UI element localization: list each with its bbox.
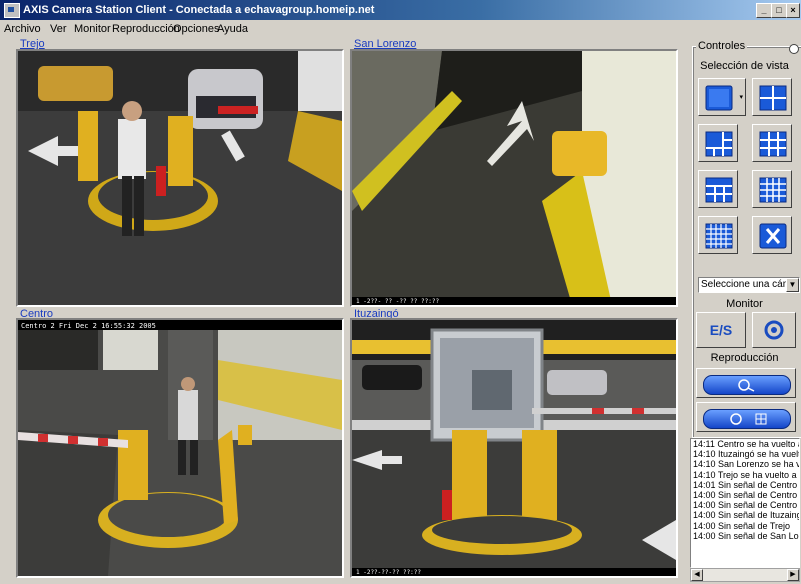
title-bar: AXIS Camera Station Client - Conectada a… (0, 0, 801, 20)
playback-grid-button[interactable] (696, 402, 796, 432)
view-4x3-button[interactable] (698, 170, 738, 208)
log-entry: 14:00 Sin señal de San Loren (693, 530, 800, 541)
camera-feed-ituzaingo[interactable]: 1 -2??-??-?? ??:?? (350, 318, 678, 578)
log-entry: 14:00 Sin señal de Centro (693, 490, 798, 501)
scroll-right-icon[interactable]: ▶ (787, 569, 799, 581)
minimize-button[interactable]: _ (756, 3, 772, 18)
grid-4x4-icon (759, 177, 787, 203)
grid-4x3-icon (705, 177, 733, 203)
io-button[interactable]: E/S (696, 312, 746, 348)
grid-2x2-icon (759, 85, 787, 111)
log-entry: 14:00 Sin señal de Ituzaingó (693, 510, 800, 521)
osd-timestamp: 1 -2??-??-?? ??:?? (356, 569, 421, 576)
view-2x2-button[interactable] (752, 78, 792, 116)
menu-ayuda[interactable]: Ayuda (217, 23, 248, 35)
maximize-button[interactable]: □ (771, 3, 787, 18)
log-entry: 14:10 Trejo se ha vuelto a co (693, 469, 800, 480)
camera-feed-centro[interactable]: Centro 2 Fri Dec 2 16:55:32 2005 (16, 318, 344, 578)
osd-timestamp: Centro 2 Fri Dec 2 16:55:32 2005 (21, 322, 156, 330)
event-log[interactable]: 14:11 Centro se ha vuelto a c 14:10 Ituz… (690, 438, 800, 568)
close-icon (759, 223, 787, 249)
window-title: AXIS Camera Station Client - Conectada a… (23, 4, 375, 16)
controls-group-label: Controles (696, 40, 748, 52)
dropdown-arrow-icon: ▾ (739, 94, 743, 101)
camera-image-trejo (18, 51, 342, 305)
grid-1plus5-icon (705, 131, 733, 157)
close-view-button[interactable] (752, 216, 792, 254)
camera-image-san-lorenzo: 1 -2??- ?? -?? ?? ??:?? (352, 51, 676, 305)
sequence-button[interactable] (752, 312, 796, 348)
log-entry: 14:11 Centro se ha vuelto a c (693, 439, 800, 449)
log-entry: 14:01 Sin señal de Centro (693, 479, 798, 490)
monitor-label: Monitor (726, 298, 763, 310)
menu-opciones[interactable]: Opciones (173, 23, 219, 35)
menu-archivo[interactable]: Archivo (4, 23, 41, 35)
menu-monitor[interactable]: Monitor (74, 23, 111, 35)
single-view-icon (705, 85, 733, 111)
view-3x3-button[interactable] (752, 124, 792, 162)
view-1x1-button[interactable]: ▾ (698, 78, 746, 116)
camera-feed-trejo[interactable] (16, 49, 344, 307)
playback-search-icon (703, 375, 791, 395)
menu-reproduccion[interactable]: Reproducción (112, 23, 180, 35)
camera-select[interactable]: Seleccione una cámara ▼ (698, 277, 800, 293)
grid-3x3-icon (759, 131, 787, 157)
log-entry: 14:00 Sin señal de Centro (693, 500, 798, 511)
camera-feed-san-lorenzo[interactable]: 1 -2??- ?? -?? ?? ??:?? (350, 49, 678, 307)
menu-bar: Archivo Ver Monitor Reproducción Opcione… (0, 20, 801, 38)
playback-search-button[interactable] (696, 368, 796, 398)
playback-label: Reproducción (710, 352, 779, 364)
log-horizontal-scrollbar[interactable]: ◀ ▶ (690, 568, 800, 582)
osd-timestamp: 1 -2??- ?? -?? ?? ??:?? (356, 298, 439, 305)
close-button[interactable]: × (786, 3, 800, 18)
grid-5x5-icon (705, 223, 733, 249)
view-4x4-button[interactable] (752, 170, 792, 208)
collapse-icon[interactable] (789, 44, 799, 54)
view-5x5-button[interactable] (698, 216, 738, 254)
sequence-icon (764, 320, 784, 340)
camera-image-ituzaingo: 1 -2??-??-?? ??:?? (352, 320, 676, 576)
log-entry: 14:00 Sin señal de Trejo (693, 520, 791, 531)
log-entry: 14:10 San Lorenzo se ha vue (693, 459, 800, 470)
chevron-down-icon[interactable]: ▼ (786, 278, 799, 292)
scroll-left-icon[interactable]: ◀ (691, 569, 703, 581)
view-selection-label: Selección de vista (700, 60, 789, 72)
playback-grid-icon (703, 409, 791, 429)
log-entry: 14:10 Ituzaingó se ha vuelto (693, 449, 800, 460)
app-icon (4, 3, 20, 18)
view-1plus5-button[interactable] (698, 124, 738, 162)
camera-image-centro: Centro 2 Fri Dec 2 16:55:32 2005 (18, 320, 342, 576)
menu-ver[interactable]: Ver (50, 23, 67, 35)
